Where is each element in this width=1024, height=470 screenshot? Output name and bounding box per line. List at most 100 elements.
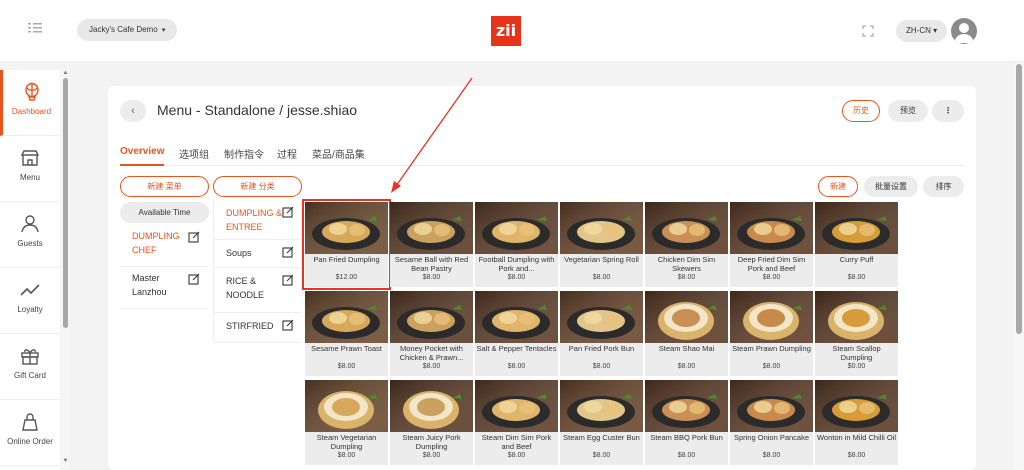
scrollbar-thumb[interactable] [1016,64,1022,334]
sidebar-item-loyalty[interactable]: Loyalty [0,268,60,334]
caret-down-icon: ▾ [161,27,166,34]
available-time-button[interactable]: Available Time [120,202,209,223]
sort-button[interactable]: 排序 [923,176,964,197]
product-image [645,202,728,254]
language-selector[interactable]: ZH-CN ▾ [896,20,948,42]
new-category-button[interactable]: 新建 分类 [213,176,302,197]
product-card[interactable]: Steam Dim Sim Pork and Beef $8.00 [475,380,558,465]
tab-process[interactable]: 过程 [277,146,297,166]
sidebar-item-guests[interactable]: Guests [0,202,60,268]
product-card[interactable]: Vegetarian Spring Roll $8.00 [560,202,643,287]
store-selector[interactable]: Jacky's Cafe Demo ▾ [77,19,178,41]
preview-button[interactable]: 预览 [888,100,928,122]
product-price: $8.00 [422,363,441,370]
menu-item-dumpling-chef[interactable]: DUMPLING CHEF [120,225,208,267]
menu-item-master-lanzhou[interactable]: Master Lanzhou [120,267,208,309]
product-price: $8.00 [592,363,611,370]
product-card[interactable]: Deep Fried Dim Sim Pork and Beef $8.00 [730,202,813,287]
edit-icon[interactable] [282,319,294,331]
menu-item-label: DUMPLING CHEF [132,231,180,255]
product-card[interactable]: Steam BBQ Pork Bun $8.00 [645,380,728,465]
sidebar-item-label: Menu [19,173,40,182]
product-name: Steam BBQ Pork Bun [650,434,723,442]
category-item-dumpling-entree[interactable]: DUMPLING & ENTREE [214,200,301,240]
product-card[interactable]: Steam Scallop Dumpling $0.00 [815,291,898,376]
product-image [645,291,728,343]
tab-bar: Overview 选项组 制作指令 过程 菜品/商品集 [120,146,964,166]
user-avatar[interactable] [951,18,977,44]
product-card[interactable]: Pan Fried Dumpling $12.00 [302,199,391,290]
category-item-label: DUMPLING & ENTREE [226,208,283,232]
sidebar-scrollbar[interactable]: ▲ ▼ [61,70,70,470]
product-image [390,380,473,432]
menu-card: ‹ Menu - Standalone / jesse.shiao 历史 预览 … [108,86,976,470]
product-image [475,202,558,254]
product-name: Sesame Prawn Toast [311,345,382,353]
new-menu-button[interactable]: 新建 菜单 [120,176,209,197]
product-card[interactable]: Wonton in Mild Chilli Oil $8.00 [815,380,898,465]
product-card[interactable]: Steam Shao Mai $8.00 [645,291,728,376]
tab-product-collections[interactable]: 菜品/商品集 [312,146,365,166]
product-card[interactable]: Money Pocket with Chicken & Prawn... $8.0… [390,291,473,376]
fullscreen-icon[interactable] [862,24,876,38]
sidebar-item-online-order[interactable]: Online Order [0,400,60,466]
product-price: $8.00 [422,452,441,459]
page-scrollbar[interactable] [1014,62,1024,470]
batch-settings-button[interactable]: 批量设置 [864,176,918,197]
product-name: Curry Puff [839,256,874,264]
product-card[interactable]: Pan Fried Pork Bun $8.00 [560,291,643,376]
sidebar-item-dashboard[interactable]: Dashboard [0,70,60,136]
product-card[interactable]: Football Dumpling with Pork and... $8.00 [475,202,558,287]
history-button[interactable]: 历史 [842,100,880,122]
product-card[interactable]: Steam Egg Custer Bun $8.00 [560,380,643,465]
product-card[interactable]: Steam Vegetarian Dumpling $8.00 [305,380,388,465]
product-name: Chicken Dim Sim Skewers [657,256,716,273]
product-price: $8.00 [677,274,696,281]
product-name: Steam Juicy Pork Dumpling [402,434,461,451]
person-icon [21,215,39,233]
product-card[interactable]: Chicken Dim Sim Skewers $8.00 [645,202,728,287]
product-card[interactable]: Sesame Ball with Red Bean Pastry $8.00 [390,202,473,287]
category-item-stirfried[interactable]: STIRFRIED [214,313,301,343]
scrollbar-thumb[interactable] [63,78,68,328]
edit-icon[interactable] [188,231,200,243]
edit-icon[interactable] [282,206,294,218]
product-card[interactable]: Curry Puff $8.00 [815,202,898,287]
sidebar-item-menu[interactable]: Menu [0,136,60,202]
product-card[interactable]: Sesame Prawn Toast $8.00 [305,291,388,376]
zii-logo: zii [491,16,521,46]
tab-overview[interactable]: Overview [120,146,165,166]
product-price: $8.00 [762,452,781,459]
more-options-button[interactable]: ⋮ [932,100,964,122]
product-image [730,202,813,254]
edit-icon[interactable] [188,273,200,285]
edit-icon[interactable] [282,274,294,286]
scroll-down-icon[interactable]: ▼ [62,458,69,464]
product-card[interactable]: Steam Prawn Dumpling $8.00 [730,291,813,376]
product-price: $8.00 [507,363,526,370]
product-price: $12.00 [335,274,358,281]
sidebar-item-gift-card[interactable]: Gift Card [0,334,60,400]
new-product-button[interactable]: 新建 [818,176,858,197]
product-card[interactable]: Spring Onion Pancake $8.00 [730,380,813,465]
product-image [560,202,643,254]
edit-icon[interactable] [282,246,294,258]
category-item-rice-noodle[interactable]: RICE & NOODLE [214,268,301,313]
menu-item-label: Master Lanzhou [132,273,167,297]
product-card[interactable]: Salt & Pepper Tentacles $8.00 [475,291,558,376]
scroll-up-icon[interactable]: ▲ [62,70,69,76]
product-name: Steam Vegetarian Dumpling [316,434,377,451]
product-name: Money Pocket with Chicken & Prawn... [399,345,464,362]
product-image [305,202,388,254]
product-image [815,380,898,432]
category-item-label: RICE & NOODLE [226,276,265,300]
menu-toggle-icon[interactable] [28,22,46,38]
page-title: Menu - Standalone / jesse.shiao [157,102,358,118]
category-item-soups[interactable]: Soups [214,240,301,268]
product-card[interactable]: Steam Juicy Pork Dumpling $8.00 [390,380,473,465]
back-button[interactable]: ‹ [120,100,146,122]
tab-instructions[interactable]: 制作指令 [224,146,264,166]
tab-option-groups[interactable]: 选项组 [179,146,209,166]
caret-down-icon: ▾ [933,26,938,35]
top-bar: Jacky's Cafe Demo ▾ zii ZH-CN ▾ [0,0,1024,62]
